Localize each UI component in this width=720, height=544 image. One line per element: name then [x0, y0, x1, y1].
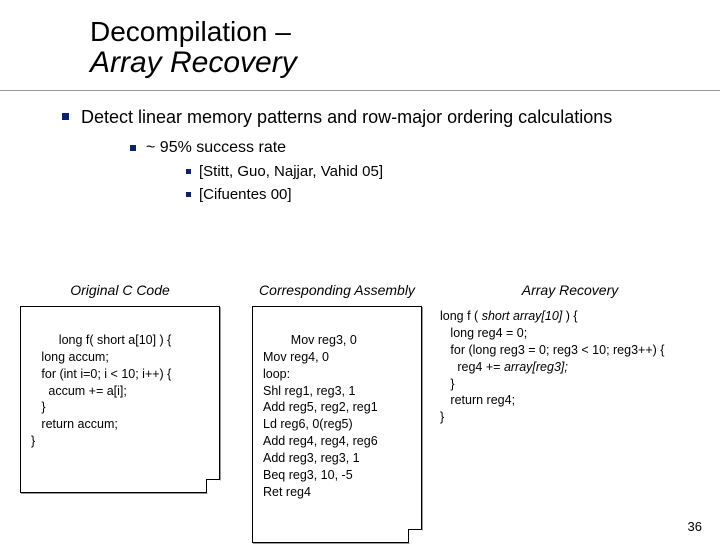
dog-ear-icon [206, 479, 220, 493]
column-array-recovery: Array Recovery long f ( short array[10] … [440, 260, 700, 543]
code-assembly: Mov reg3, 0 Mov reg4, 0 loop: Shl reg1, … [263, 333, 378, 499]
bullet-level-3: [Cifuentes 00] [186, 186, 720, 203]
column-assembly: Corresponding Assembly Mov reg3, 0 Mov r… [252, 260, 422, 543]
bullet-level-2: ~ 95% success rate [130, 139, 720, 157]
code-box-original-c: long f( short a[10] ) { long accum; for … [20, 306, 220, 493]
square-bullet-icon [186, 192, 191, 197]
bullet-level-3: [Stitt, Guo, Najjar, Vahid 05] [186, 163, 720, 180]
column-original-c: Original C Code long f( short a[10] ) { … [20, 260, 220, 543]
column-header-original: Original C Code [20, 260, 220, 298]
slide-body: Detect linear memory patterns and row-ma… [0, 106, 720, 203]
bullet-l2-text: ~ 95% success rate [146, 139, 286, 157]
code-box-assembly: Mov reg3, 0 Mov reg4, 0 loop: Shl reg1, … [252, 306, 422, 543]
title-line-2: Array Recovery [90, 46, 720, 80]
bullet-l1-text: Detect linear memory patterns and row-ma… [81, 106, 612, 129]
column-header-assembly: Corresponding Assembly [252, 260, 422, 298]
column-header-recovery: Array Recovery [440, 260, 700, 298]
square-bullet-icon [62, 113, 69, 120]
slide-number: 36 [688, 519, 702, 534]
title-line-1: Decompilation – [90, 16, 720, 48]
bullet-level-1: Detect linear memory patterns and row-ma… [62, 106, 720, 129]
dog-ear-icon [408, 529, 422, 543]
title-underline [0, 90, 720, 91]
code-array-recovery: long f ( short array[10] ) { long reg4 =… [440, 306, 700, 426]
code-columns: Original C Code long f( short a[10] ) { … [0, 260, 720, 543]
slide: Decompilation – Array Recovery Detect li… [0, 0, 720, 540]
bullet-l3b-text: [Cifuentes 00] [199, 186, 292, 203]
bullet-l3a-text: [Stitt, Guo, Najjar, Vahid 05] [199, 163, 383, 180]
square-bullet-icon [186, 169, 191, 174]
slide-title: Decompilation – Array Recovery [90, 16, 720, 80]
code-original-c: long f( short a[10] ) { long accum; for … [31, 333, 171, 448]
square-bullet-icon [130, 145, 136, 151]
